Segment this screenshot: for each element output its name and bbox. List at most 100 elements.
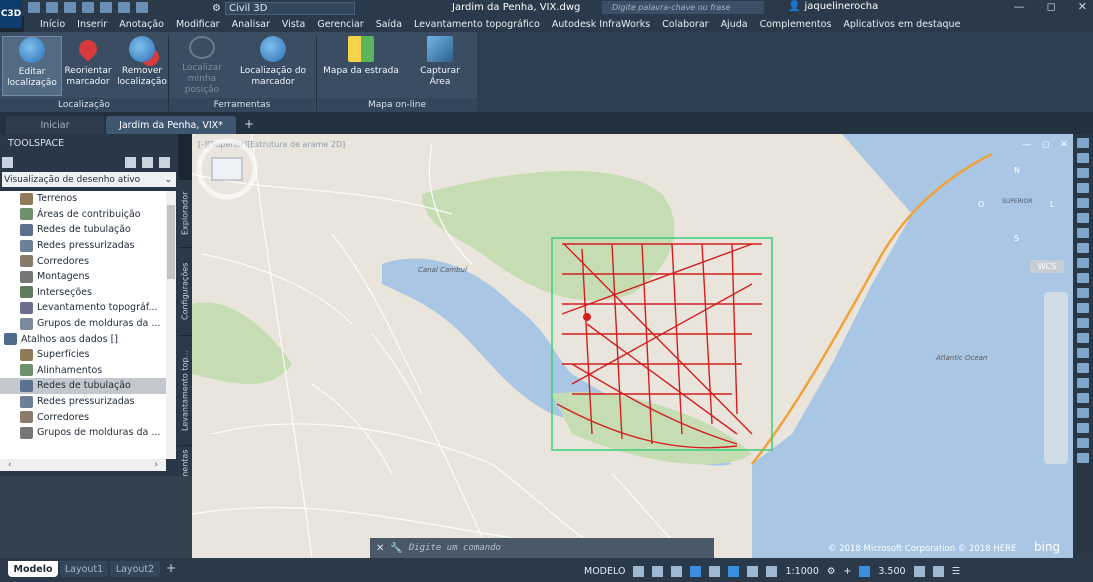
tool-icon[interactable] (1077, 183, 1089, 193)
tree-item[interactable]: Áreas de contribuição (0, 207, 166, 223)
tool-icon[interactable] (1077, 198, 1089, 208)
tool-icon[interactable] (1077, 258, 1089, 268)
tool-icon[interactable] (1077, 393, 1089, 403)
tab-inicio[interactable]: Início (40, 19, 65, 30)
save-icon[interactable] (64, 2, 76, 13)
side-tab-explorador[interactable]: Explorador (178, 180, 192, 248)
scrollbar-thumb[interactable] (167, 205, 175, 279)
redo-icon[interactable] (136, 2, 148, 13)
toolspace-view-select[interactable]: Visualização de desenho ativo ⌄ (2, 172, 176, 187)
capture-area-button[interactable]: Capturar Área (410, 36, 470, 96)
customize-icon[interactable]: ☰ (952, 566, 961, 577)
restore-button[interactable]: ◻ (1047, 0, 1056, 13)
tool-icon[interactable] (1077, 453, 1089, 463)
tab-vista[interactable]: Vista (282, 19, 305, 30)
navigation-bar[interactable] (1044, 292, 1068, 464)
tree-vertical-scrollbar[interactable] (166, 191, 176, 459)
viewport-window-controls[interactable]: — ◻ ✕ (1022, 140, 1072, 150)
scroll-left-icon[interactable]: ‹ (8, 460, 12, 470)
tool-icon[interactable] (1077, 318, 1089, 328)
search-input[interactable]: Digite palavra-chave ou frase (602, 1, 764, 14)
tool-icon[interactable] (1077, 348, 1089, 358)
tool-icon[interactable] (1077, 408, 1089, 418)
tree-item[interactable]: Grupos de molduras da ... (0, 425, 166, 441)
tab-anotacao[interactable]: Anotação (119, 19, 164, 30)
model-space-toggle[interactable]: MODELO (584, 566, 625, 577)
tab-drawing[interactable]: Jardim da Penha, VIX* (106, 116, 236, 134)
drawing-viewport[interactable]: [-][Superior][Estrutura de arame 2D] Atl… (192, 134, 1073, 558)
side-tab-levantamento[interactable]: Levantamento top... (178, 336, 192, 446)
tool-icon[interactable] (1077, 333, 1089, 343)
tab-saida[interactable]: Saída (376, 19, 402, 30)
save-as-icon[interactable] (82, 2, 94, 13)
scroll-right-icon[interactable]: › (154, 460, 158, 470)
clean-screen-icon[interactable] (932, 565, 944, 577)
tree-item[interactable]: Corredores (0, 409, 166, 425)
isodraft-icon[interactable] (709, 565, 721, 577)
layout-tab-modelo[interactable]: Modelo (8, 561, 58, 577)
tab-analisar[interactable]: Analisar (232, 19, 270, 30)
tab-iniciar[interactable]: Iniciar (6, 116, 104, 134)
minimize-button[interactable]: — (1014, 0, 1025, 13)
tree-horizontal-scrollbar[interactable]: ‹ › (0, 459, 166, 471)
side-tab-configuracoes[interactable]: Configurações (178, 248, 192, 336)
tree-item[interactable]: Montagens (0, 269, 166, 285)
plus-icon[interactable]: + (843, 566, 851, 577)
tool-icon[interactable] (1077, 168, 1089, 178)
civil-icon[interactable] (859, 565, 871, 577)
units-icon[interactable] (913, 565, 925, 577)
tool-icon[interactable] (1077, 213, 1089, 223)
road-map-button[interactable]: Mapa da estrada (322, 36, 400, 96)
tree-item[interactable]: Interseções (0, 285, 166, 301)
viewcube[interactable] (192, 134, 262, 204)
tree-item[interactable]: Atalhos aos dados [] (0, 331, 166, 347)
wrench-icon[interactable]: 🔧 (390, 543, 402, 554)
tree-item[interactable]: Redes de tubulação (0, 378, 166, 394)
toolspace-view-icon[interactable] (2, 156, 13, 168)
locate-me-button[interactable]: Localizar minha posição (172, 36, 232, 96)
tab-modificar[interactable]: Modificar (176, 19, 220, 30)
snap-icon[interactable] (652, 565, 664, 577)
tab-levantamento[interactable]: Levantamento topográfico (414, 19, 540, 30)
tool-icon[interactable] (1077, 243, 1089, 253)
close-icon[interactable]: ✕ (376, 543, 384, 554)
osnap-icon[interactable] (728, 565, 740, 577)
tree-item[interactable]: Superfícies (0, 347, 166, 363)
tool-icon[interactable] (1077, 363, 1089, 373)
edit-location-button[interactable]: Editar localização (2, 36, 62, 96)
tree-item[interactable]: Redes pressurizadas (0, 238, 166, 254)
tab-infraworks[interactable]: Autodesk InfraWorks (552, 19, 650, 30)
tool-icon[interactable] (1077, 273, 1089, 283)
add-layout-button[interactable]: + (166, 561, 176, 575)
tab-complementos[interactable]: Complementos (760, 19, 832, 30)
open-file-icon[interactable] (46, 2, 58, 13)
layout-tab-layout1[interactable]: Layout1 (60, 561, 108, 577)
annotation-visibility-icon[interactable] (747, 565, 759, 577)
tool-icon[interactable] (1077, 228, 1089, 238)
workspace-switcher[interactable]: ⚙ Civil 3D (212, 1, 355, 15)
tool-icon[interactable] (1077, 153, 1089, 163)
new-file-icon[interactable] (28, 2, 40, 13)
tree-item[interactable]: Alinhamentos (0, 363, 166, 379)
close-button[interactable]: ✕ (1078, 0, 1087, 13)
grid-icon[interactable] (633, 565, 645, 577)
tool-icon[interactable] (1077, 138, 1089, 148)
tool-icon[interactable] (1077, 438, 1089, 448)
tab-gerenciar[interactable]: Gerenciar (317, 19, 363, 30)
tool-icon[interactable] (1077, 303, 1089, 313)
print-icon[interactable] (100, 2, 112, 13)
remove-location-button[interactable]: Remover localização (112, 36, 172, 96)
tree-item[interactable]: Levantamento topográf... (0, 300, 166, 316)
tree-item[interactable]: Corredores (0, 253, 166, 269)
tool-icon[interactable] (1077, 378, 1089, 388)
annotation-scale-value[interactable]: 1:1000 (785, 566, 818, 577)
layout-tab-layout2[interactable]: Layout2 (110, 561, 160, 577)
reorient-marker-button[interactable]: Reorientar marcador (58, 36, 118, 96)
marker-location-button[interactable]: Localização do marcador (236, 36, 310, 96)
tree-item[interactable]: Grupos de molduras da ... (0, 316, 166, 332)
toolspace-list-icon[interactable] (142, 156, 153, 168)
status-value[interactable]: 3.500 (878, 566, 905, 577)
tree-item[interactable]: Terrenos (0, 191, 166, 207)
help-icon[interactable] (159, 156, 170, 168)
tab-colaborar[interactable]: Colaborar (662, 19, 708, 30)
